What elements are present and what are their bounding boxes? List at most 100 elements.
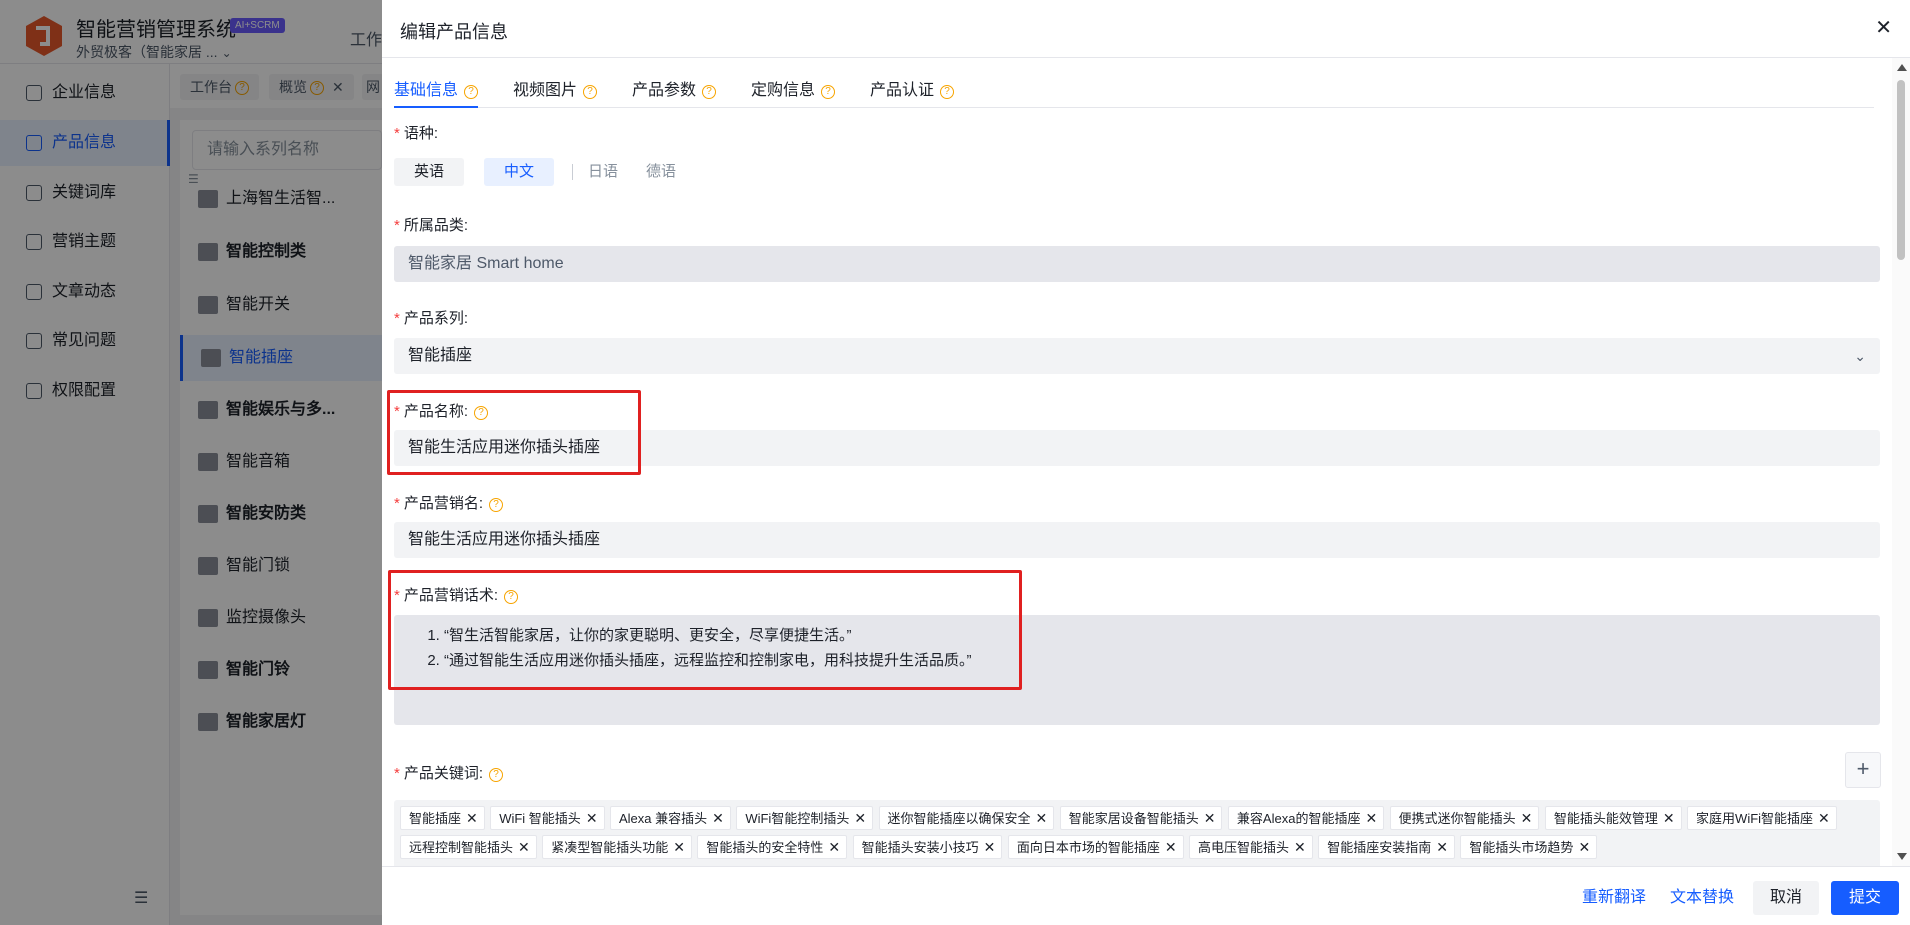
close-icon[interactable]: ✕ <box>1365 810 1377 826</box>
cancel-button[interactable]: 取消 <box>1753 881 1819 915</box>
keyword-text: WiFi 智能插头 <box>499 811 581 826</box>
close-icon[interactable]: ✕ <box>984 839 996 855</box>
keyword-text: 智能插头的安全特性 <box>706 840 824 855</box>
close-icon[interactable]: ✕ <box>673 839 685 855</box>
series-select[interactable]: 智能插座 ⌄ <box>394 338 1880 374</box>
tab-basic-info[interactable]: 基础信息? <box>394 76 479 108</box>
chevron-down-icon: ⌄ <box>1854 348 1866 364</box>
language-option-german[interactable]: 德语 <box>646 158 676 186</box>
help-icon: ? <box>504 590 519 604</box>
product-name-input[interactable]: 智能生活应用迷你插头插座 <box>394 430 1880 466</box>
language-option-japanese[interactable]: 日语 <box>588 158 618 186</box>
keyword-text: 便携式迷你智能插头 <box>1398 811 1516 826</box>
keyword-tag: 面向日本市场的智能插座 ✕ <box>1007 835 1184 859</box>
drawer-footer: 重新翻译 文本替换 取消 提交 <box>382 866 1910 925</box>
talk-list: “智生活智能家居，让你的家更聪明、更安全，尽享便捷生活。” “通过智能生活应用迷… <box>422 623 1880 673</box>
field-label: 产品关键词: <box>403 765 484 782</box>
field-label: 产品名称: <box>403 403 469 420</box>
tab-product-params[interactable]: 产品参数? <box>632 76 717 108</box>
scroll-thumb[interactable] <box>1897 80 1905 260</box>
close-icon[interactable]: ✕ <box>586 810 598 826</box>
help-icon: ? <box>940 85 955 99</box>
tab-label: 基础信息 <box>394 82 459 99</box>
close-icon[interactable]: ✕ <box>1875 18 1892 38</box>
required-mark: * <box>394 587 400 604</box>
keyword-tag: 智能插头市场趋势 ✕ <box>1460 835 1598 859</box>
close-icon[interactable]: ✕ <box>828 839 840 855</box>
close-icon[interactable]: ✕ <box>1036 810 1048 826</box>
keyword-text: 兼容Alexa的智能插座 <box>1236 811 1361 826</box>
submit-button[interactable]: 提交 <box>1831 881 1899 915</box>
language-option-english[interactable]: 英语 <box>394 158 465 186</box>
keyword-tag: WiFi 智能插头 ✕ <box>490 806 605 830</box>
marketing-name-label: * 产品营销名:? <box>394 492 504 513</box>
scroll-down-arrow-icon[interactable] <box>1897 853 1907 860</box>
marketing-name-input[interactable]: 智能生活应用迷你插头插座 <box>394 522 1880 558</box>
keyword-tag: 智能插头的安全特性 ✕ <box>697 835 848 859</box>
scroll-up-arrow-icon[interactable] <box>1897 64 1907 71</box>
keyword-text: 智能插座安装指南 <box>1327 840 1432 855</box>
close-icon[interactable]: ✕ <box>1578 839 1590 855</box>
language-option-chinese[interactable]: 中文 <box>484 158 555 186</box>
keywords-box: 智能插座 ✕ WiFi 智能插头 ✕ Alexa 兼容插头 ✕ WiFi智能控制插头 ✕… <box>394 800 1880 866</box>
tab-order-info[interactable]: 定购信息? <box>751 76 836 108</box>
help-icon: ? <box>489 768 504 782</box>
help-icon: ? <box>702 85 717 99</box>
keyword-tag: 紧凑型智能插头功能 ✕ <box>542 835 692 859</box>
keyword-text: 高电压智能插头 <box>1198 840 1290 855</box>
product-name-label: * 产品名称:? <box>394 400 489 421</box>
close-icon[interactable]: ✕ <box>1663 810 1675 826</box>
field-label: 产品营销话术: <box>403 587 499 604</box>
required-mark: * <box>394 403 400 420</box>
keyword-text: 面向日本市场的智能插座 <box>1016 840 1160 855</box>
talk-line: “通过智能生活应用迷你插头插座，远程监控和控制家电，用科技提升生活品质。” <box>444 648 1880 673</box>
close-icon[interactable]: ✕ <box>1436 839 1448 855</box>
scrollbar[interactable] <box>1892 58 1910 866</box>
close-icon[interactable]: ✕ <box>1204 810 1216 826</box>
language-selector: 英语 中文 日语 德语 <box>394 158 794 186</box>
keyword-tag: 迷你智能插座以确保安全 ✕ <box>878 806 1055 830</box>
keyword-text: 智能插头安装小技巧 <box>861 840 979 855</box>
marketing-talk-label: * 产品营销话术:? <box>394 584 519 605</box>
tab-certification[interactable]: 产品认证? <box>870 76 955 108</box>
keyword-text: 智能插座 <box>409 811 462 826</box>
tab-label: 产品参数 <box>632 82 697 99</box>
keyword-text: 智能插头能效管理 <box>1553 811 1658 826</box>
keyword-tag: 智能插头能效管理 ✕ <box>1544 806 1682 830</box>
keyword-text: 家庭用WiFi智能插座 <box>1696 811 1814 826</box>
required-mark: * <box>394 310 400 327</box>
add-keyword-button[interactable]: + <box>1845 752 1881 788</box>
help-icon: ? <box>821 85 836 99</box>
category-label: * 所属品类: <box>394 214 468 235</box>
divider <box>572 164 573 180</box>
retranslate-button[interactable]: 重新翻译 <box>1582 881 1646 915</box>
keyword-tag: 兼容Alexa的智能插座 ✕ <box>1227 806 1385 830</box>
required-mark: * <box>394 217 400 234</box>
keyword-text: 智能家居设备智能插头 <box>1068 811 1199 826</box>
close-icon[interactable]: ✕ <box>712 810 724 826</box>
close-icon[interactable]: ✕ <box>1165 839 1177 855</box>
series-label: * 产品系列: <box>394 307 468 328</box>
category-field: 智能家居 Smart home <box>394 246 1880 282</box>
close-icon[interactable]: ✕ <box>854 810 866 826</box>
close-icon[interactable]: ✕ <box>518 839 530 855</box>
series-select-value: 智能插座 <box>408 347 473 364</box>
tab-video-images[interactable]: 视频图片? <box>513 76 598 108</box>
edit-product-drawer: 编辑产品信息 ✕ 基础信息? 视频图片? 产品参数? 定购信息? 产品认证? *… <box>382 0 1910 925</box>
field-label: 产品系列: <box>403 310 469 327</box>
replace-text-button[interactable]: 文本替换 <box>1670 881 1734 915</box>
talk-line: “智生活智能家居，让你的家更聪明、更安全，尽享便捷生活。” <box>444 623 1880 648</box>
keyword-text: 迷你智能插座以确保安全 <box>887 811 1031 826</box>
drawer-header: 编辑产品信息 ✕ <box>382 0 1910 58</box>
close-icon[interactable]: ✕ <box>1294 839 1306 855</box>
help-icon: ? <box>474 406 489 420</box>
tab-label: 视频图片 <box>513 82 578 99</box>
keywords-label: * 产品关键词:? <box>394 762 504 783</box>
close-icon[interactable]: ✕ <box>1521 810 1533 826</box>
close-icon[interactable]: ✕ <box>1818 810 1830 826</box>
close-icon[interactable]: ✕ <box>466 810 478 826</box>
form-tabs: 基础信息? 视频图片? 产品参数? 定购信息? 产品认证? <box>394 58 1874 108</box>
keyword-tag: 智能家居设备智能插头 ✕ <box>1059 806 1223 830</box>
marketing-talk-textarea[interactable]: “智生活智能家居，让你的家更聪明、更安全，尽享便捷生活。” “通过智能生活应用迷… <box>394 615 1880 725</box>
required-mark: * <box>394 765 400 782</box>
